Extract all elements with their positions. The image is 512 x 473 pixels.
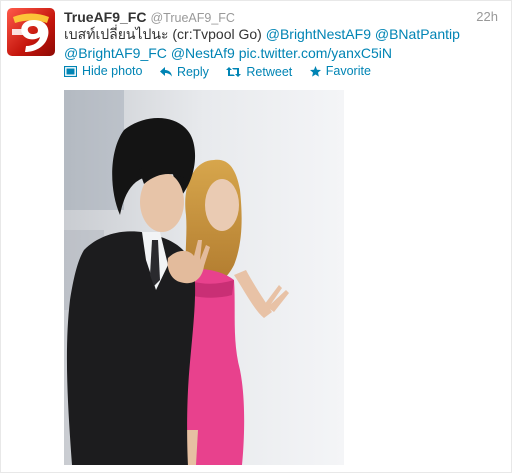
retweet-label: Retweet <box>246 64 293 79</box>
reply-button[interactable]: Reply <box>159 64 209 80</box>
tweet-text-body: เบสท์เปลี่ยนไปนะ (cr:Tvpool Go) <box>64 26 266 42</box>
reply-icon <box>159 66 172 76</box>
tweet-header: TrueAF9_FC @TrueAF9_FC 22h <box>64 8 503 26</box>
mention-link[interactable]: @BrightNestAF9 <box>266 26 371 42</box>
favorite-icon <box>309 65 321 77</box>
retweet-button[interactable]: Retweet <box>226 64 292 80</box>
tweet: TrueAF9_FC @TrueAF9_FC 22h เบสท์เปลี่ยนไป… <box>0 0 512 473</box>
photo-link[interactable]: pic.twitter.com/yanxC5iN <box>239 45 392 61</box>
tweet-timestamp[interactable]: 22h <box>476 8 498 26</box>
mention-link[interactable]: @NestAf9 <box>171 45 235 61</box>
tweet-text: เบสท์เปลี่ยนไปนะ (cr:Tvpool Go) @BrightN… <box>64 25 504 63</box>
retweet-icon <box>226 66 242 77</box>
photo-image <box>64 90 344 465</box>
author-username[interactable]: @TrueAF9_FC <box>150 11 234 25</box>
mention-link[interactable]: @BNatPantip <box>375 26 460 42</box>
hide-photo-label: Hide photo <box>82 64 143 78</box>
author-fullname[interactable]: TrueAF9_FC <box>64 9 146 25</box>
favorite-button[interactable]: Favorite <box>309 63 371 79</box>
tweet-actions: Hide photo Reply Retweet Favorite <box>64 63 385 79</box>
hide-photo-button[interactable]: Hide photo <box>64 63 142 79</box>
mention-link[interactable]: @BrightAF9_FC <box>64 45 167 61</box>
favorite-label: Favorite <box>325 64 371 78</box>
reply-label: Reply <box>176 64 209 79</box>
tweet-photo[interactable] <box>64 90 344 465</box>
af9-logo-icon <box>12 13 49 52</box>
photo-icon <box>64 65 77 77</box>
avatar[interactable] <box>7 8 55 56</box>
